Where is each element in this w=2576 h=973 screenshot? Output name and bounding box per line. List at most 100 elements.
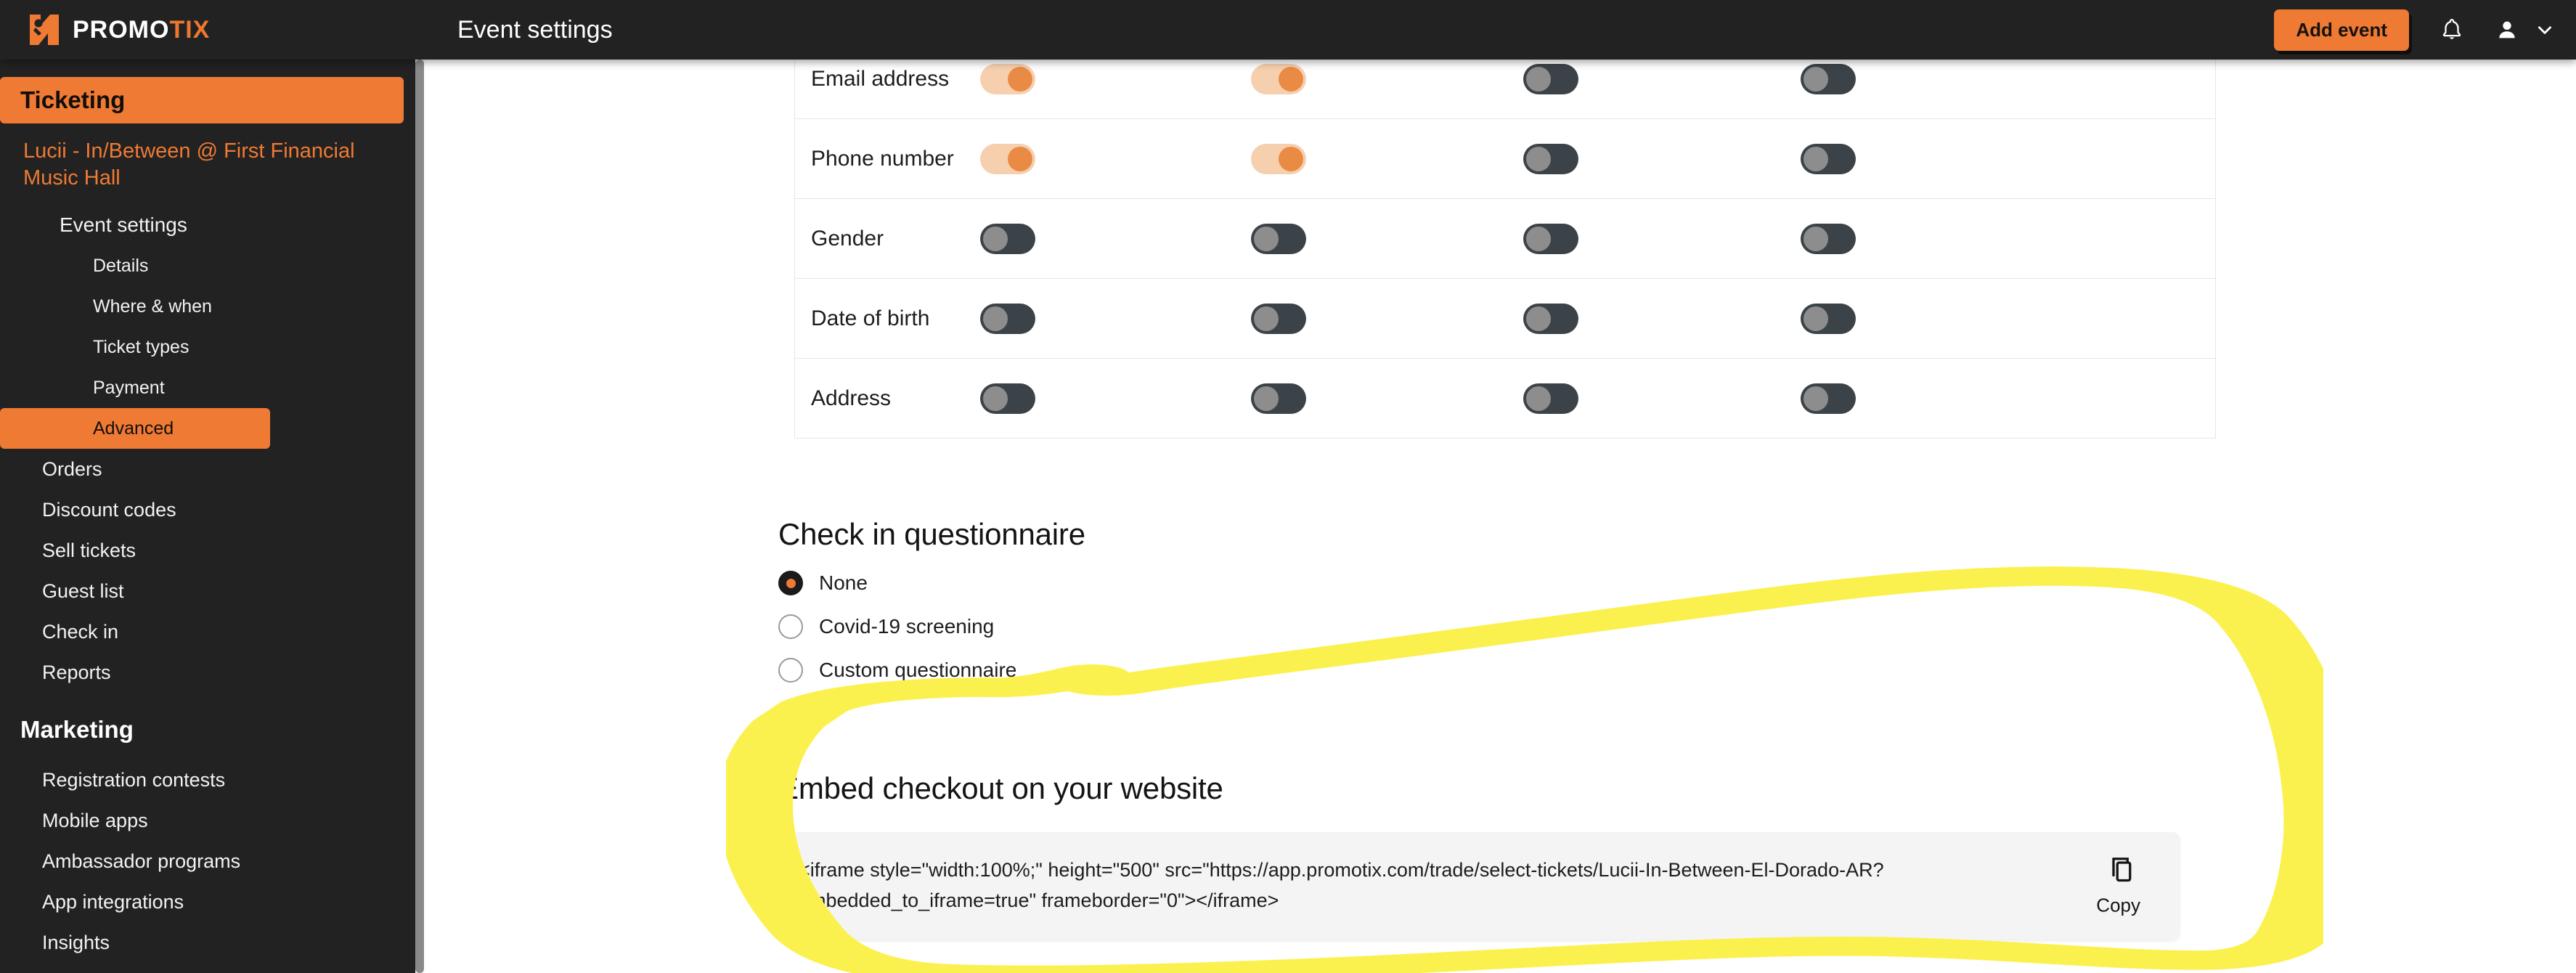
section-heading-embed: Embed checkout on your website: [778, 771, 1223, 805]
toggle-gender-col2[interactable]: [1251, 223, 1306, 254]
toggle-email-address-col2[interactable]: [1251, 64, 1306, 94]
brand-wordmark-dark: PROMO: [73, 15, 170, 44]
sidebar-item-event-settings[interactable]: Event settings: [0, 205, 415, 245]
toggle-phone-number-col4[interactable]: [1801, 143, 1856, 174]
sidebar-section-ticketing[interactable]: Ticketing: [0, 77, 404, 123]
radio-option-custom-questionnaire[interactable]: Custom questionnaire: [778, 658, 1085, 683]
copy-button-label: Copy: [2096, 894, 2140, 916]
sidebar-navigation: Ticketing Lucii - In/Between @ First Fin…: [0, 60, 415, 973]
sidebar-item-registration-contests[interactable]: Registration contests: [0, 760, 415, 800]
sidebar-item-sell-tickets[interactable]: Sell tickets: [0, 530, 415, 571]
toggle-phone-number-col3[interactable]: [1523, 143, 1578, 174]
toggle-phone-number-col1[interactable]: [980, 143, 1035, 174]
check-in-questionnaire-section: Check in questionnaire None Covid-19 scr…: [778, 517, 1085, 683]
toggle-knob: [1526, 146, 1551, 171]
sidebar-item-reports[interactable]: Reports: [0, 652, 415, 693]
page-title: Event settings: [457, 15, 613, 44]
toggle-address-col3[interactable]: [1523, 383, 1578, 414]
toggle-knob: [983, 386, 1008, 411]
bell-icon[interactable]: [2440, 17, 2464, 42]
sidebar-item-ambassador-programs[interactable]: Ambassador programs: [0, 841, 415, 882]
toggle-knob: [1526, 386, 1551, 411]
sidebar-item-guest-list[interactable]: Guest list: [0, 571, 415, 611]
section-heading-questionnaire: Check in questionnaire: [778, 517, 1085, 551]
toggle-knob: [1803, 386, 1828, 411]
embed-code-box: <iframe style="width:100%;" height="500"…: [778, 832, 2180, 940]
sidebar-item-payment[interactable]: Payment: [0, 367, 415, 408]
toggle-knob: [1526, 306, 1551, 331]
toggle-email-address-col3[interactable]: [1523, 64, 1578, 94]
table-row: Address: [794, 359, 2216, 439]
add-event-button[interactable]: Add event: [2274, 9, 2409, 51]
chevron-down-icon[interactable]: [2535, 20, 2554, 39]
toggle-date-of-birth-col1[interactable]: [980, 303, 1035, 334]
sidebar-item-orders[interactable]: Orders: [0, 449, 415, 489]
toggle-knob: [983, 306, 1008, 331]
toggle-knob: [1803, 226, 1828, 251]
embed-code-text[interactable]: <iframe style="width:100%;" height="500"…: [799, 855, 1946, 916]
toggle-knob: [1803, 146, 1828, 171]
radio-button-none[interactable]: [778, 571, 803, 595]
sidebar-item-check-in[interactable]: Check in: [0, 611, 415, 652]
brand-wordmark-accent: TIX: [169, 15, 211, 44]
sidebar-scrollbar[interactable]: [415, 60, 424, 973]
toggle-date-of-birth-col3[interactable]: [1523, 303, 1578, 334]
sidebar-item-advanced[interactable]: Advanced: [0, 408, 270, 449]
sidebar-scrollbar-thumb[interactable]: [415, 60, 424, 973]
radio-label-covid-19-screening: Covid-19 screening: [819, 615, 995, 638]
table-row: Phone number: [794, 119, 2216, 199]
toggle-email-address-col1[interactable]: [980, 64, 1035, 94]
radio-button-custom-questionnaire[interactable]: [778, 658, 803, 683]
toggle-knob: [1279, 146, 1303, 171]
toggle-knob: [1254, 226, 1279, 251]
toggle-knob: [1803, 67, 1828, 91]
radio-label-custom-questionnaire: Custom questionnaire: [819, 659, 1017, 681]
toggle-knob: [1803, 306, 1828, 331]
toggle-knob: [983, 226, 1008, 251]
user-icon[interactable]: [2495, 17, 2519, 42]
radio-button-covid-19-screening[interactable]: [778, 614, 803, 639]
copy-icon: [2111, 858, 2132, 882]
row-label: Date of birth: [811, 306, 930, 330]
toggle-knob: [1254, 386, 1279, 411]
toggle-date-of-birth-col2[interactable]: [1251, 303, 1306, 334]
radio-label-none: None: [819, 571, 868, 594]
toggle-phone-number-col2[interactable]: [1251, 143, 1306, 174]
toggle-knob: [1526, 67, 1551, 91]
toggle-address-col2[interactable]: [1251, 383, 1306, 414]
attendee-fields-table: Email address Phone number Gender Date o…: [794, 60, 2216, 439]
sidebar-event-name[interactable]: Lucii - In/Between @ First Financial Mus…: [0, 138, 415, 192]
copy-button[interactable]: Copy: [2096, 855, 2140, 917]
toggle-address-col4[interactable]: [1801, 383, 1856, 414]
toggle-address-col1[interactable]: [980, 383, 1035, 414]
toggle-knob: [1254, 306, 1279, 331]
table-row: Email address: [794, 60, 2216, 119]
table-row: Gender: [794, 199, 2216, 279]
sidebar-item-details[interactable]: Details: [0, 245, 415, 286]
toggle-date-of-birth-col4[interactable]: [1801, 303, 1856, 334]
toggle-knob: [1279, 67, 1303, 91]
sidebar-item-where-and-when[interactable]: Where & when: [0, 286, 415, 327]
sidebar-section-marketing: Marketing: [20, 716, 134, 744]
sidebar-item-insights[interactable]: Insights: [0, 922, 415, 963]
row-label: Gender: [811, 226, 884, 251]
radio-option-covid-19-screening[interactable]: Covid-19 screening: [778, 614, 1085, 639]
sidebar-item-ticket-types[interactable]: Ticket types: [0, 327, 415, 367]
toggle-gender-col4[interactable]: [1801, 223, 1856, 254]
sidebar-item-mobile-apps[interactable]: Mobile apps: [0, 800, 415, 841]
toggle-email-address-col4[interactable]: [1801, 64, 1856, 94]
embed-checkout-section: Embed checkout on your website <iframe s…: [778, 771, 2180, 940]
top-navigation-bar: PROMOTIX Event settings Add event: [0, 0, 2576, 60]
toggle-gender-col3[interactable]: [1523, 223, 1578, 254]
toggle-knob: [1008, 67, 1032, 91]
brand-logo[interactable]: PROMOTIX: [28, 0, 210, 60]
sidebar-item-discount-codes[interactable]: Discount codes: [0, 489, 415, 530]
promotix-logo-icon: [30, 15, 59, 45]
radio-option-none[interactable]: None: [778, 571, 1085, 595]
toggle-gender-col1[interactable]: [980, 223, 1035, 254]
brand-wordmark: PROMOTIX: [73, 16, 210, 44]
sidebar-item-app-integrations[interactable]: App integrations: [0, 882, 415, 922]
row-label: Email address: [811, 67, 950, 91]
toggle-knob: [1526, 226, 1551, 251]
main-content: Email address Phone number Gender Date o…: [424, 60, 2576, 973]
